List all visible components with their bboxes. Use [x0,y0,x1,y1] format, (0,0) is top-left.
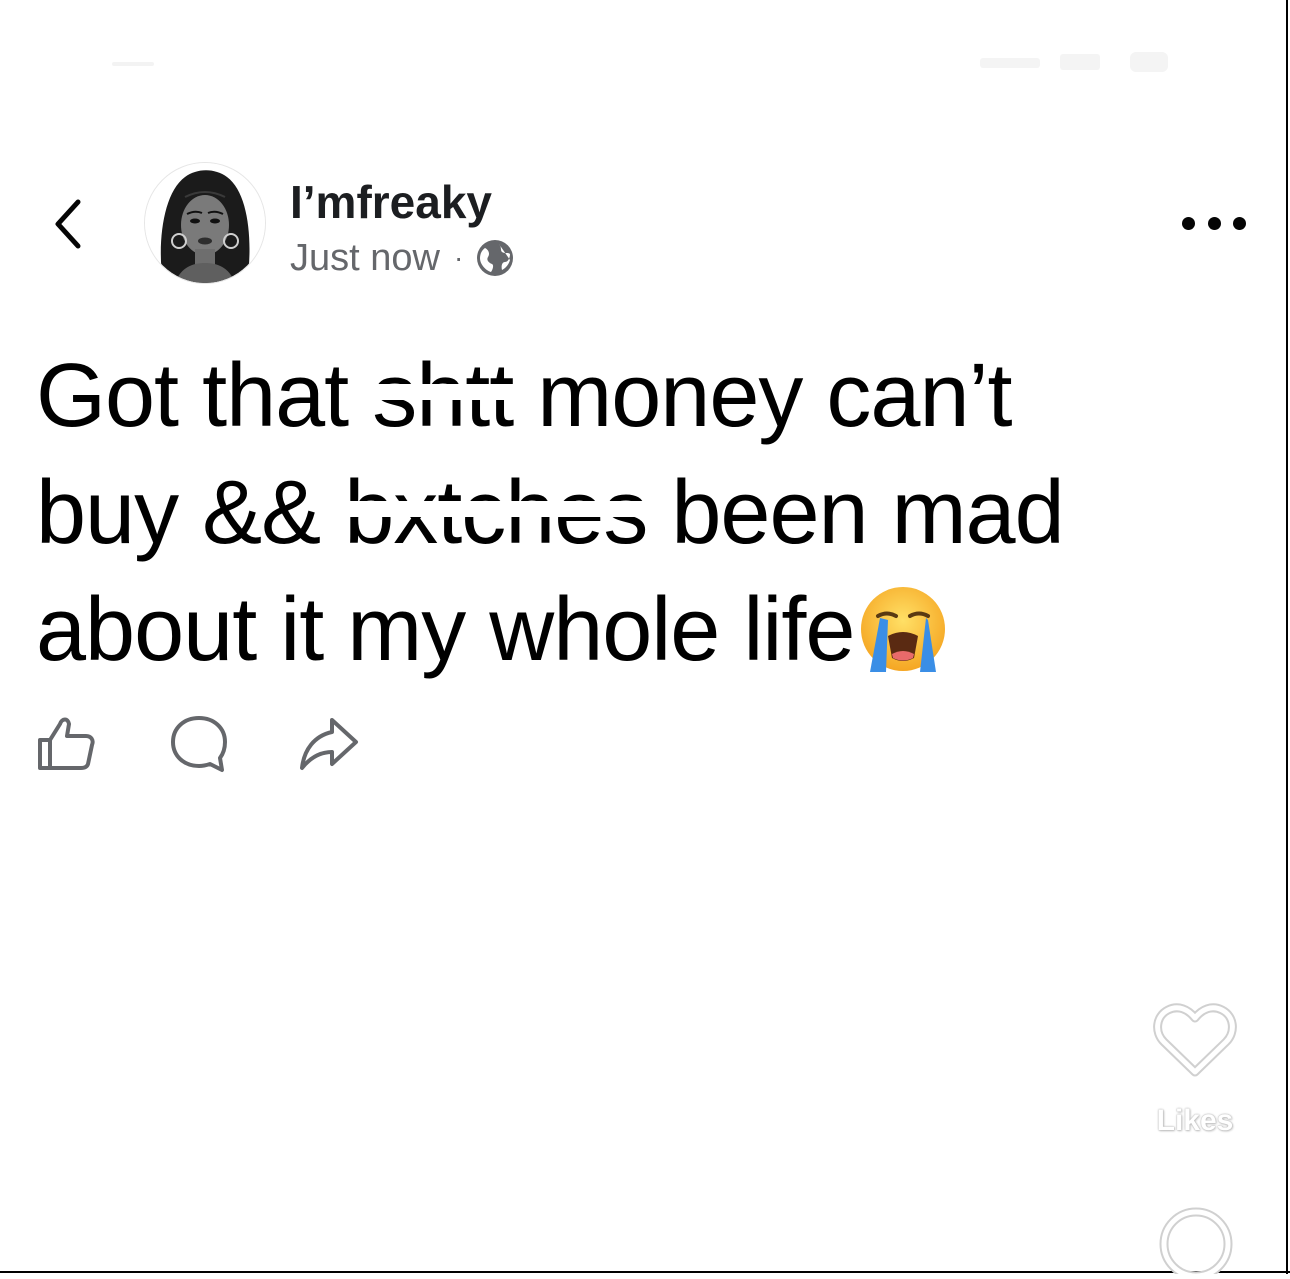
post-meta: Just now · [290,236,515,280]
back-button[interactable] [46,194,94,254]
share-button[interactable] [296,710,362,776]
post-timestamp[interactable]: Just now [290,236,440,280]
loudly-crying-face-emoji [861,587,946,672]
status-icons-faded [980,50,1180,74]
post-line-3: about it my whole life [36,572,1256,689]
author-name[interactable]: I’mfreaky [290,174,492,230]
status-time-faded [112,62,154,66]
share-arrow-icon [300,718,358,770]
post-line-2: buy && bxtches been mad [36,455,1256,572]
like-button[interactable] [34,710,100,776]
post-header: I’mfreaky Just now · [0,150,1290,300]
status-bar [0,40,1290,100]
bottom-edge-line [0,1271,1290,1273]
post-actions [34,710,374,780]
avatar-photo [145,163,265,283]
meta-separator: · [453,242,464,273]
more-options-button[interactable] [1182,208,1246,238]
side-comment-button[interactable] [1156,1204,1236,1279]
side-rail: Likes [1140,1000,1250,1279]
side-like-button[interactable] [1150,1000,1240,1080]
censored-word-2: bxtches [344,455,648,572]
heart-icon [1153,1003,1237,1077]
globe-icon[interactable] [475,238,515,278]
chevron-left-icon [55,199,81,249]
thumbs-up-icon [38,717,95,770]
post-line-1: Got that shtt money can’t [36,338,1256,455]
avatar[interactable] [144,162,266,284]
more-horizontal-icon [1182,216,1195,230]
side-likes-label: Likes [1156,1104,1234,1137]
censored-word-1: shtt [372,338,514,455]
post-text: Got that shtt money can’t buy && bxtches… [36,338,1256,689]
comment-icon [1159,1207,1233,1279]
comment-button[interactable] [166,710,232,776]
comment-bubble-icon [171,716,227,772]
